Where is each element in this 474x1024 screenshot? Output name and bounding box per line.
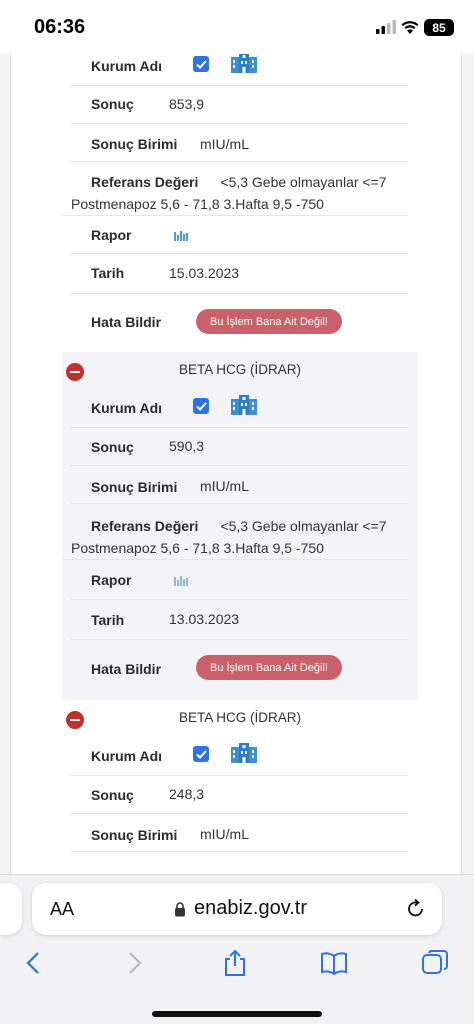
date-value: 13.03.2023 (169, 611, 240, 627)
bar-chart-icon[interactable] (174, 229, 188, 241)
reference-value-line2: Postmenapoz 5,6 - 71,8 3.Hafta 9,5 -750 (71, 540, 324, 556)
checkmark-icon (195, 401, 207, 411)
reference-line1: Referans Değeri <5,3 Gebe olmayanlar <=7 (91, 174, 387, 190)
reference-label: Referans Değeri (91, 518, 199, 534)
reference-value-line2: Postmenapoz 5,6 - 71,8 3.Hafta 9,5 -750 (71, 196, 324, 212)
report-error-row: Hata Bildir Bu İşlem Bana Ait Değil! (70, 294, 408, 346)
date-label: Tarih (91, 265, 125, 281)
bookmarks-book-icon[interactable] (320, 949, 348, 977)
result-value: 248,3 (169, 786, 205, 802)
previous-tab-peek[interactable] (0, 883, 22, 935)
report-row: Rapor (70, 560, 408, 600)
checkbox-checked[interactable] (193, 398, 209, 414)
unit-label: Sonuç Birimi (91, 136, 178, 152)
bar-chart-icon[interactable] (174, 574, 188, 586)
unit-label: Sonuç Birimi (91, 827, 178, 843)
share-icon[interactable] (221, 949, 249, 977)
reference-value-line1: <5,3 Gebe olmayanlar <=7 (220, 174, 387, 190)
unit-row: Sonuç Birimi mIU/mL (70, 814, 408, 852)
wifi-icon (401, 21, 419, 34)
institution-label: Kurum Adı (91, 400, 163, 416)
date-row: Tarih 13.03.2023 (70, 600, 408, 640)
home-indicator[interactable] (152, 1011, 322, 1017)
checkbox-checked[interactable] (193, 746, 209, 762)
institution-label: Kurum Adı (91, 748, 163, 764)
cellular-signal-icon (376, 20, 396, 34)
report-row: Rapor (70, 216, 408, 254)
url-domain[interactable]: enabiz.gov.tr (194, 897, 307, 920)
record-title: BETA HCG (İDRAR) (178, 710, 301, 725)
record-card: Kurum Adı Sonuç 248,3 Sonuç Birimi mIU/m… (62, 736, 418, 874)
unit-row: Sonuç Birimi mIU/mL (70, 124, 408, 162)
result-value: 853,9 (169, 96, 205, 112)
result-label: Sonuç (91, 96, 134, 112)
unit-label: Sonuç Birimi (91, 479, 178, 495)
result-row: Sonuç 248,3 (70, 776, 408, 814)
browser-toolbar: AA enabiz.gov.tr (0, 874, 474, 1024)
reference-row: Referans Değeri <5,3 Gebe olmayanlar <=7 … (62, 504, 408, 560)
record-header[interactable]: BETA HCG (İDRAR) (62, 700, 418, 736)
institution-label: Kurum Adı (91, 58, 163, 74)
reference-line1: Referans Değeri <5,3 Gebe olmayanlar <=7 (91, 518, 387, 534)
web-page: Kurum Adı Sonuç 853,9 Sonuç Birimi mIU/m… (0, 54, 474, 874)
institution-row: Kurum Adı (70, 736, 408, 776)
result-label: Sonuç (91, 439, 134, 455)
battery-indicator: 85 (424, 19, 454, 36)
address-bar[interactable]: AA enabiz.gov.tr (32, 883, 442, 935)
checkmark-icon (195, 749, 207, 759)
hospital-building-icon[interactable] (230, 54, 258, 74)
record-card: Kurum Adı Sonuç 853,9 Sonuç Birimi mIU/m… (62, 54, 418, 352)
institution-row: Kurum Adı (70, 54, 408, 86)
lock-icon (175, 902, 185, 917)
date-value: 15.03.2023 (169, 265, 240, 281)
reference-label: Referans Değeri (91, 174, 199, 190)
not-mine-button[interactable]: Bu İşlem Bana Ait Değil! (196, 655, 342, 680)
report-label: Rapor (91, 572, 132, 588)
reference-value-line1: <5,3 Gebe olmayanlar <=7 (220, 518, 387, 534)
result-label: Sonuç (91, 787, 134, 803)
date-row: Tarih 15.03.2023 (70, 254, 408, 294)
unit-value: mIU/mL (200, 478, 249, 494)
record-header[interactable]: BETA HCG (İDRAR) (62, 352, 418, 388)
status-bar: 06:36 85 (0, 0, 474, 54)
unit-value: mIU/mL (200, 826, 249, 842)
record-card: Kurum Adı Sonuç 590,3 Sonuç Birimi mIU/m… (62, 388, 418, 700)
page-frame-left (10, 54, 30, 874)
result-row: Sonuç 853,9 (70, 86, 408, 124)
collapse-minus-icon[interactable] (66, 363, 84, 381)
forward-arrow-icon[interactable] (120, 949, 148, 977)
result-value: 590,3 (169, 438, 205, 454)
record-title: BETA HCG (İDRAR) (178, 362, 301, 377)
unit-row: Sonuç Birimi mIU/mL (70, 466, 408, 504)
status-time: 06:36 (34, 16, 86, 38)
checkmark-icon (195, 59, 207, 69)
unit-value: mIU/mL (200, 136, 249, 152)
report-error-label: Hata Bildir (91, 314, 162, 330)
hospital-building-icon[interactable] (230, 394, 258, 416)
result-row: Sonuç 590,3 (70, 428, 408, 466)
tabs-icon[interactable] (421, 949, 449, 977)
not-mine-button[interactable]: Bu İşlem Bana Ait Değil! (196, 309, 342, 334)
hospital-building-icon[interactable] (230, 742, 258, 764)
collapse-minus-icon[interactable] (66, 711, 84, 729)
back-arrow-icon[interactable] (20, 949, 48, 977)
reference-row: Referans Değeri <5,3 Gebe olmayanlar <=7 … (62, 162, 408, 216)
checkbox-checked[interactable] (193, 56, 209, 72)
page-frame-right (438, 54, 462, 874)
institution-row: Kurum Adı (70, 388, 408, 428)
text-size-button[interactable]: AA (50, 899, 74, 920)
report-error-row: Hata Bildir Bu İşlem Bana Ait Değil! (70, 640, 408, 696)
reload-icon[interactable] (406, 898, 426, 920)
report-label: Rapor (91, 227, 132, 243)
date-label: Tarih (91, 612, 125, 628)
report-error-label: Hata Bildir (91, 661, 162, 677)
